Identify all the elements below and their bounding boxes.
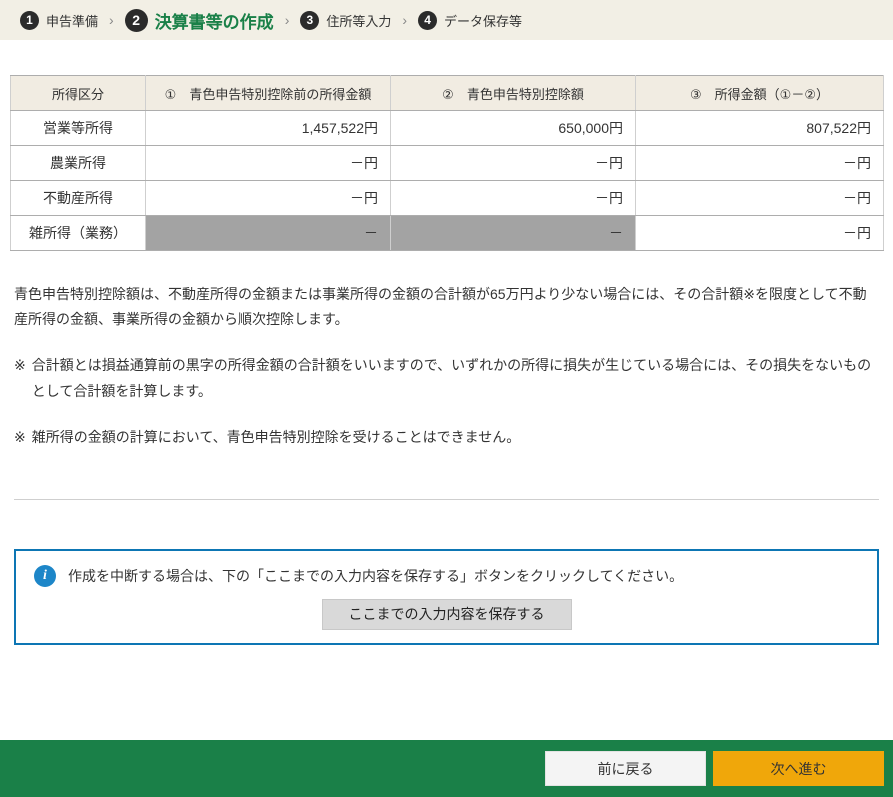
step-separator-icon: › bbox=[402, 12, 407, 28]
step-separator-icon: › bbox=[285, 12, 290, 28]
info-message: 作成を中断する場合は、下の「ここまでの入力内容を保存する」ボタンをクリックしてく… bbox=[68, 566, 683, 586]
income-amount-cell: －円 bbox=[636, 146, 884, 181]
step-2: 2 決算書等の作成 bbox=[125, 8, 274, 33]
table-row: 雑所得（業務）－－－円 bbox=[11, 216, 884, 251]
step-label: データ保存等 bbox=[444, 11, 522, 30]
next-button[interactable]: 次へ進む bbox=[713, 751, 884, 786]
footer-action-bar: 前に戻る 次へ進む bbox=[0, 740, 893, 797]
table-header-row: 所得区分① 青色申告特別控除前の所得金額② 青色申告特別控除額③ 所得金額（①－… bbox=[11, 76, 884, 111]
deduction-amount-cell: 650,000円 bbox=[391, 111, 636, 146]
note-misc-income: ※ 雑所得の金額の計算において、青色申告特別控除を受けることはできません。 bbox=[14, 425, 879, 450]
note-total-amount: ※ 合計額とは損益通算前の黒字の所得金額の合計額をいいますので、いずれかの所得に… bbox=[14, 353, 879, 403]
step-number-badge: 4 bbox=[418, 11, 437, 30]
deduction-amount-cell: －円 bbox=[391, 181, 636, 216]
income-category-cell: 営業等所得 bbox=[11, 111, 146, 146]
table-row: 営業等所得1,457,522円650,000円807,522円 bbox=[11, 111, 884, 146]
step-4: 4 データ保存等 bbox=[418, 11, 522, 30]
note-text: 雑所得の金額の計算において、青色申告特別控除を受けることはできません。 bbox=[32, 425, 879, 450]
income-summary-table: 所得区分① 青色申告特別控除前の所得金額② 青色申告特別控除額③ 所得金額（①－… bbox=[10, 75, 884, 251]
save-progress-info-box: i 作成を中断する場合は、下の「ここまでの入力内容を保存する」ボタンをクリックし… bbox=[14, 549, 879, 645]
amount-before-deduction-cell: － bbox=[146, 216, 391, 251]
income-amount-cell: 807,522円 bbox=[636, 111, 884, 146]
main-content: 所得区分① 青色申告特別控除前の所得金額② 青色申告特別控除額③ 所得金額（①－… bbox=[0, 75, 893, 645]
info-icon: i bbox=[34, 565, 56, 587]
column-header: ③ 所得金額（①－②） bbox=[636, 76, 884, 111]
amount-before-deduction-cell: 1,457,522円 bbox=[146, 111, 391, 146]
note-marker: ※ bbox=[14, 425, 26, 450]
income-table-body: 営業等所得1,457,522円650,000円807,522円農業所得－円－円－… bbox=[11, 111, 884, 251]
deduction-amount-cell: －円 bbox=[391, 146, 636, 181]
step-number-badge: 3 bbox=[300, 11, 319, 30]
step-1: 1 申告準備 bbox=[20, 11, 98, 30]
table-row: 農業所得－円－円－円 bbox=[11, 146, 884, 181]
note-text: 合計額とは損益通算前の黒字の所得金額の合計額をいいますので、いずれかの所得に損失… bbox=[32, 353, 879, 403]
step-separator-icon: › bbox=[109, 12, 114, 28]
income-amount-cell: －円 bbox=[636, 216, 884, 251]
amount-before-deduction-cell: －円 bbox=[146, 146, 391, 181]
section-divider bbox=[14, 499, 879, 500]
step-number-badge: 2 bbox=[125, 9, 148, 32]
step-label: 決算書等の作成 bbox=[155, 8, 274, 33]
income-amount-cell: －円 bbox=[636, 181, 884, 216]
back-button[interactable]: 前に戻る bbox=[545, 751, 706, 786]
step-label: 住所等入力 bbox=[326, 11, 391, 30]
deduction-explanation-paragraph: 青色申告特別控除額は、不動産所得の金額または事業所得の金額の合計額が65万円より… bbox=[14, 282, 879, 332]
deduction-amount-cell: － bbox=[391, 216, 636, 251]
save-progress-button[interactable]: ここまでの入力内容を保存する bbox=[322, 599, 572, 630]
amount-before-deduction-cell: －円 bbox=[146, 181, 391, 216]
income-category-cell: 雑所得（業務） bbox=[11, 216, 146, 251]
column-header: ② 青色申告特別控除額 bbox=[391, 76, 636, 111]
step-number-badge: 1 bbox=[20, 11, 39, 30]
column-header: 所得区分 bbox=[11, 76, 146, 111]
table-row: 不動産所得－円－円－円 bbox=[11, 181, 884, 216]
note-marker: ※ bbox=[14, 353, 26, 403]
column-header: ① 青色申告特別控除前の所得金額 bbox=[146, 76, 391, 111]
tax-wizard-page: { "stepper": { "separator": "›", "steps"… bbox=[0, 0, 893, 797]
step-3: 3 住所等入力 bbox=[300, 11, 391, 30]
step-label: 申告準備 bbox=[46, 11, 98, 30]
income-category-cell: 農業所得 bbox=[11, 146, 146, 181]
income-category-cell: 不動産所得 bbox=[11, 181, 146, 216]
step-indicator-bar: 1 申告準備 › 2 決算書等の作成 › 3 住所等入力 › 4 データ保存等 bbox=[0, 0, 893, 40]
